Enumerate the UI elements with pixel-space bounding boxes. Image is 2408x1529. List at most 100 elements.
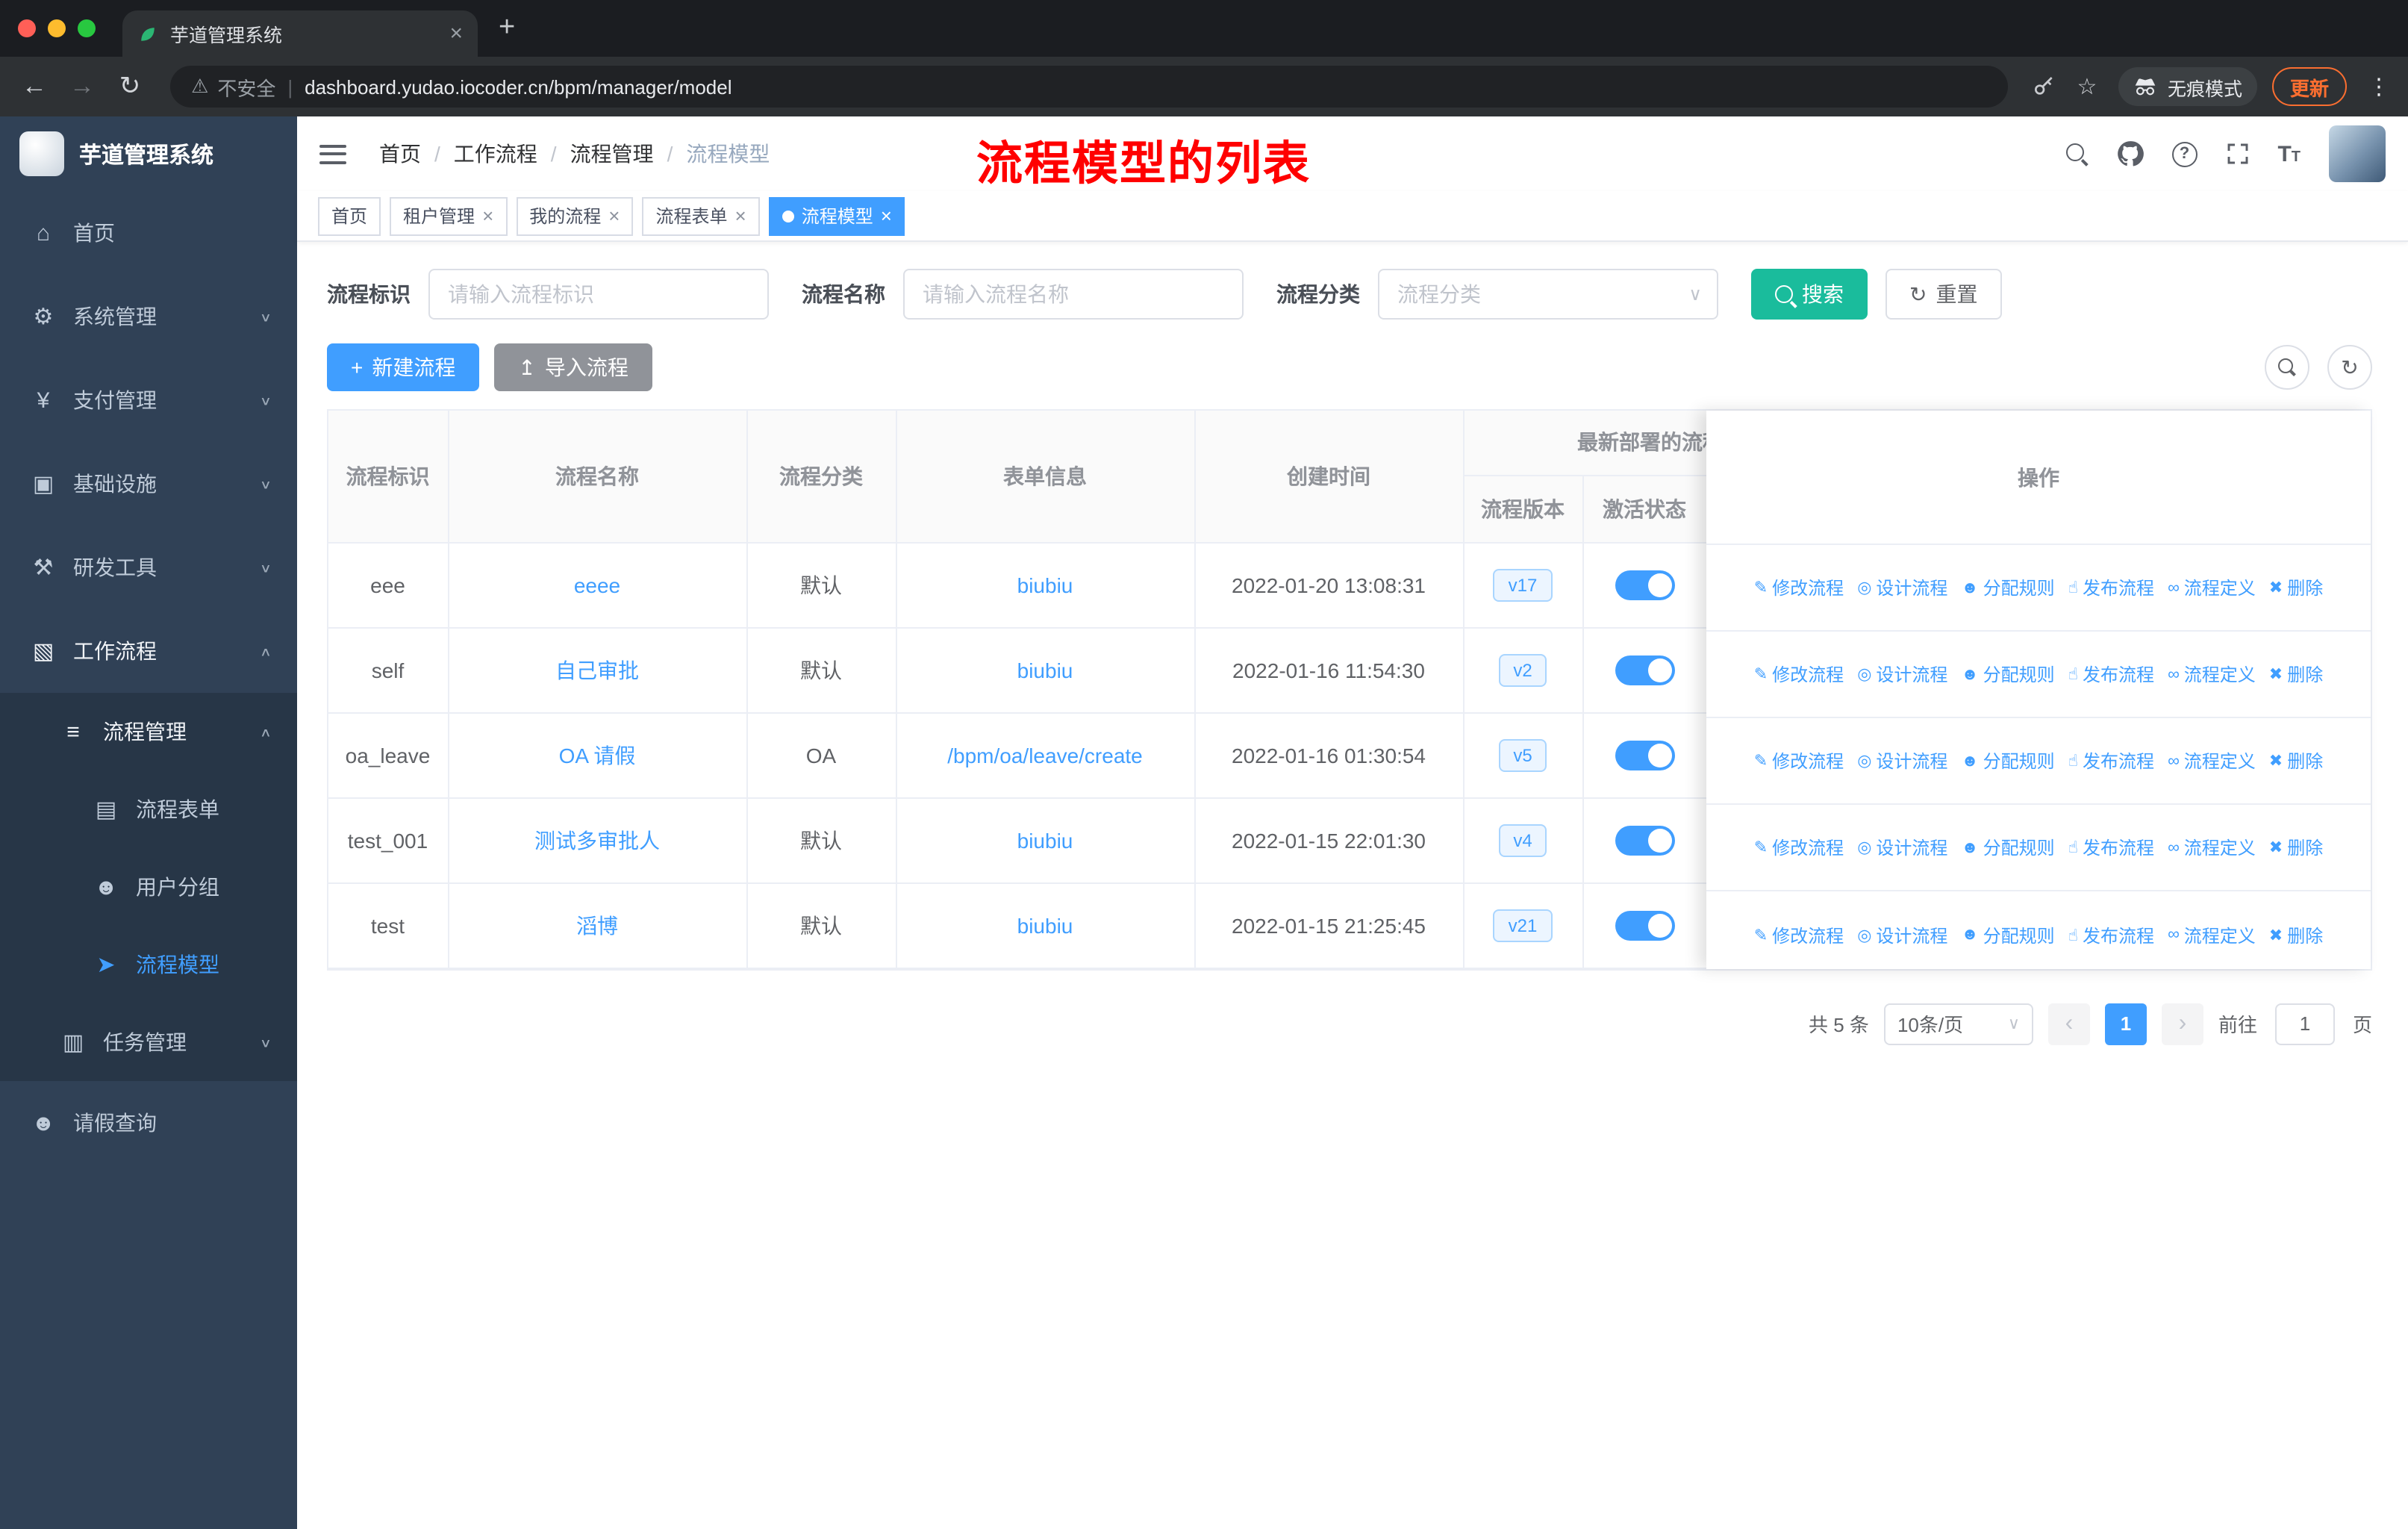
design-process-link[interactable]: ◎ 设计流程 xyxy=(1857,922,1947,947)
design-process-link[interactable]: ◎ 设计流程 xyxy=(1857,748,1947,773)
publish-process-link[interactable]: ☝ 发布流程 xyxy=(2068,835,2154,860)
app-logo[interactable]: 芋道管理系统 xyxy=(0,116,297,191)
refresh-table-button[interactable]: ↻ xyxy=(2327,345,2372,390)
create-process-button[interactable]: + 新建流程 xyxy=(327,343,480,391)
edit-process-link[interactable]: ✎ 修改流程 xyxy=(1754,661,1844,687)
form-link[interactable]: biubiu xyxy=(1017,828,1073,852)
sidebar-item-process-management[interactable]: ≡ 流程管理 ∧ xyxy=(0,693,297,770)
form-link[interactable]: biubiu xyxy=(1017,658,1073,682)
new-tab-button[interactable]: + xyxy=(499,12,515,45)
process-name-link[interactable]: 滔博 xyxy=(576,913,618,937)
prev-page-button[interactable]: ‹ xyxy=(2047,1003,2090,1044)
assign-rule-link[interactable]: ☻ 分配规则 xyxy=(1961,661,2054,687)
fullscreen-icon[interactable] xyxy=(2225,142,2249,166)
assign-rule-link[interactable]: ☻ 分配规则 xyxy=(1961,835,2054,860)
process-name-link[interactable]: 测试多审批人 xyxy=(534,828,660,852)
process-definition-link[interactable]: ∞ 流程定义 xyxy=(2168,748,2256,773)
address-bar[interactable]: ⚠ 不安全 | dashboard.yudao.iocoder.cn/bpm/m… xyxy=(170,66,2008,108)
sidebar-item-user-group[interactable]: ☻ 用户分组 xyxy=(0,848,297,926)
active-toggle[interactable] xyxy=(1615,740,1674,770)
breadcrumb-home[interactable]: 首页 xyxy=(379,139,421,169)
delete-process-link[interactable]: ✖ 删除 xyxy=(2269,661,2323,687)
active-toggle[interactable] xyxy=(1615,570,1674,600)
sidebar-item-process-model[interactable]: ➤ 流程模型 xyxy=(0,926,297,1003)
sidebar-item-system[interactable]: ⚙ 系统管理 ∨ xyxy=(0,275,297,358)
design-process-link[interactable]: ◎ 设计流程 xyxy=(1857,835,1947,860)
edit-process-link[interactable]: ✎ 修改流程 xyxy=(1754,835,1844,860)
tag-close-icon[interactable]: × xyxy=(608,205,620,227)
process-id-input[interactable] xyxy=(428,269,769,320)
delete-process-link[interactable]: ✖ 删除 xyxy=(2269,835,2323,860)
process-name-input[interactable] xyxy=(903,269,1244,320)
edit-process-link[interactable]: ✎ 修改流程 xyxy=(1754,748,1844,773)
breadcrumb-workflow[interactable]: 工作流程 xyxy=(454,139,537,169)
publish-process-link[interactable]: ☝ 发布流程 xyxy=(2068,661,2154,687)
reload-button[interactable]: ↻ xyxy=(113,72,146,102)
tag-process-form[interactable]: 流程表单 × xyxy=(642,196,760,235)
breadcrumb-process-management[interactable]: 流程管理 xyxy=(570,139,654,169)
delete-process-link[interactable]: ✖ 删除 xyxy=(2269,922,2323,947)
sidebar-item-task-management[interactable]: ▥ 任务管理 ∨ xyxy=(0,1003,297,1081)
publish-process-link[interactable]: ☝ 发布流程 xyxy=(2068,922,2154,947)
assign-rule-link[interactable]: ☻ 分配规则 xyxy=(1961,575,2054,600)
browser-menu-icon[interactable]: ⋮ xyxy=(2368,73,2390,100)
toggle-search-button[interactable] xyxy=(2265,345,2309,390)
edit-process-link[interactable]: ✎ 修改流程 xyxy=(1754,922,1844,947)
tag-close-icon[interactable]: × xyxy=(881,205,892,227)
page-size-select[interactable]: 10条/页 ∨ xyxy=(1883,1003,2033,1044)
import-process-button[interactable]: ↥ 导入流程 xyxy=(494,343,652,391)
sidebar-item-workflow[interactable]: ▧ 工作流程 ∧ xyxy=(0,609,297,693)
form-link[interactable]: biubiu xyxy=(1017,573,1073,597)
tag-close-icon[interactable]: × xyxy=(735,205,746,227)
font-size-icon[interactable]: TT xyxy=(2277,141,2301,166)
github-icon[interactable] xyxy=(2116,140,2144,167)
design-process-link[interactable]: ◎ 设计流程 xyxy=(1857,575,1947,600)
process-name-link[interactable]: 自己审批 xyxy=(555,658,639,682)
delete-process-link[interactable]: ✖ 删除 xyxy=(2269,575,2323,600)
back-button[interactable]: ← xyxy=(18,72,51,102)
tag-home[interactable]: 首页 xyxy=(318,196,381,235)
tag-close-icon[interactable]: × xyxy=(482,205,493,227)
browser-tab[interactable]: 芋道管理系统 × xyxy=(122,10,478,57)
process-definition-link[interactable]: ∞ 流程定义 xyxy=(2168,575,2256,600)
bookmark-star-icon[interactable]: ☆ xyxy=(2071,73,2103,100)
form-link[interactable]: /bpm/oa/leave/create xyxy=(947,743,1143,767)
reset-button[interactable]: ↻ 重置 xyxy=(1885,269,2002,320)
publish-process-link[interactable]: ☝ 发布流程 xyxy=(2068,748,2154,773)
sidebar-item-home[interactable]: ⌂ 首页 xyxy=(0,191,297,275)
active-toggle[interactable] xyxy=(1615,910,1674,940)
window-close-button[interactable] xyxy=(18,19,36,37)
sidebar-item-infrastructure[interactable]: ▣ 基础设施 ∨ xyxy=(0,442,297,526)
sidebar-collapse-icon[interactable] xyxy=(319,144,346,164)
password-key-icon[interactable] xyxy=(2032,75,2056,99)
form-link[interactable]: biubiu xyxy=(1017,913,1073,937)
active-toggle[interactable] xyxy=(1615,825,1674,855)
tag-my-process[interactable]: 我的流程 × xyxy=(516,196,634,235)
process-definition-link[interactable]: ∞ 流程定义 xyxy=(2168,661,2256,687)
process-name-link[interactable]: OA 请假 xyxy=(559,743,636,767)
goto-page-input[interactable] xyxy=(2274,1003,2335,1044)
page-1-button[interactable]: 1 xyxy=(2104,1003,2147,1044)
window-zoom-button[interactable] xyxy=(78,19,96,37)
process-definition-link[interactable]: ∞ 流程定义 xyxy=(2168,922,2256,947)
sidebar-item-devtools[interactable]: ⚒ 研发工具 ∨ xyxy=(0,526,297,609)
search-icon[interactable] xyxy=(2065,143,2088,165)
tab-close-icon[interactable]: × xyxy=(449,21,463,46)
assign-rule-link[interactable]: ☻ 分配规则 xyxy=(1961,922,2054,947)
sidebar-item-payment[interactable]: ¥ 支付管理 ∨ xyxy=(0,358,297,442)
search-button[interactable]: 搜索 xyxy=(1751,269,1868,320)
publish-process-link[interactable]: ☝ 发布流程 xyxy=(2068,575,2154,600)
edit-process-link[interactable]: ✎ 修改流程 xyxy=(1754,575,1844,600)
design-process-link[interactable]: ◎ 设计流程 xyxy=(1857,661,1947,687)
help-icon[interactable]: ? xyxy=(2171,141,2198,166)
forward-button[interactable]: → xyxy=(66,72,99,102)
browser-update-button[interactable]: 更新 xyxy=(2271,67,2347,106)
window-minimize-button[interactable] xyxy=(48,19,66,37)
sidebar-item-process-form[interactable]: ▤ 流程表单 xyxy=(0,770,297,848)
next-page-button[interactable]: › xyxy=(2161,1003,2203,1044)
tag-tenant-management[interactable]: 租户管理 × xyxy=(390,196,508,235)
delete-process-link[interactable]: ✖ 删除 xyxy=(2269,748,2323,773)
process-definition-link[interactable]: ∞ 流程定义 xyxy=(2168,835,2256,860)
process-category-select[interactable]: 流程分类 ∨ xyxy=(1378,269,1718,320)
sidebar-item-leave-query[interactable]: ☻ 请假查询 xyxy=(0,1081,297,1165)
